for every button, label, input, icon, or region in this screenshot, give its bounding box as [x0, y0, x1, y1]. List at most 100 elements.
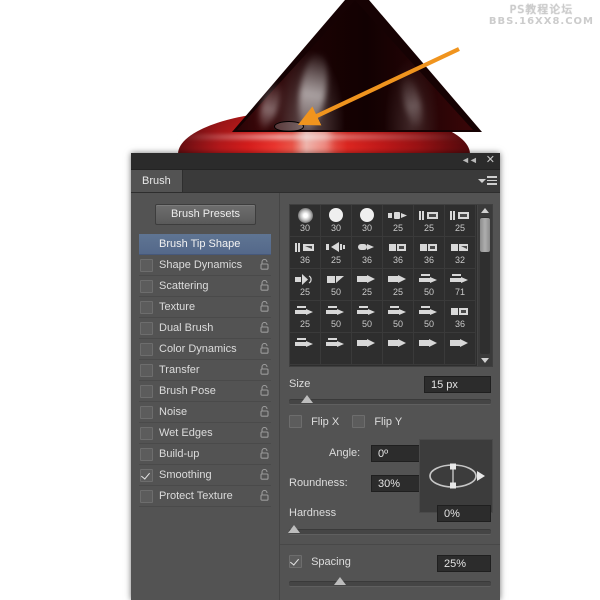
- brush-option-noise[interactable]: Noise: [139, 402, 271, 423]
- brush-tip-cell[interactable]: 25: [321, 237, 352, 269]
- lock-icon[interactable]: [260, 343, 269, 354]
- brush-option-scattering[interactable]: Scattering: [139, 276, 271, 297]
- brush-tip-cell[interactable]: 36: [352, 237, 383, 269]
- lock-icon[interactable]: [260, 364, 269, 375]
- option-checkbox[interactable]: [140, 426, 153, 440]
- panel-menu-icon[interactable]: [478, 174, 497, 187]
- scroll-down-arrow[interactable]: [478, 355, 492, 366]
- brush-tip-cell[interactable]: 30: [290, 205, 321, 237]
- size-row: Size 15 px: [289, 376, 491, 394]
- option-checkbox[interactable]: [140, 321, 153, 335]
- brush-tip-cell[interactable]: [383, 333, 414, 365]
- brush-tip-size: 36: [299, 255, 310, 265]
- option-checkbox[interactable]: [140, 489, 153, 503]
- option-checkbox[interactable]: [140, 258, 153, 272]
- spacing-label: Spacing: [311, 555, 351, 568]
- brush-tip-cell[interactable]: [414, 333, 445, 365]
- option-checkbox[interactable]: [140, 279, 153, 293]
- lock-icon[interactable]: [260, 322, 269, 333]
- lock-icon[interactable]: [260, 406, 269, 417]
- brush-option-wet-edges[interactable]: Wet Edges: [139, 423, 271, 444]
- brush-option-dual-brush[interactable]: Dual Brush: [139, 318, 271, 339]
- brush-option-transfer[interactable]: Transfer: [139, 360, 271, 381]
- option-checkbox[interactable]: [140, 363, 153, 377]
- brush-option-brush-pose[interactable]: Brush Pose: [139, 381, 271, 402]
- close-icon[interactable]: ✕: [486, 154, 495, 166]
- option-checkbox[interactable]: [140, 405, 153, 419]
- brush-tip-cell[interactable]: 25: [383, 205, 414, 237]
- brush-presets-button[interactable]: Brush Presets: [155, 204, 256, 225]
- brush-tip-cell[interactable]: 25: [383, 269, 414, 301]
- collapse-icon[interactable]: ◄◄: [461, 154, 478, 166]
- brush-tip-size: 36: [392, 255, 403, 265]
- brush-tip-cell[interactable]: 50: [383, 301, 414, 333]
- brush-option-texture[interactable]: Texture: [139, 297, 271, 318]
- option-checkbox[interactable]: [140, 342, 153, 356]
- option-checkbox[interactable]: [140, 468, 153, 482]
- brush-tip-cell[interactable]: 36: [290, 237, 321, 269]
- brush-option-smoothing[interactable]: Smoothing: [139, 465, 271, 486]
- lock-icon[interactable]: [260, 427, 269, 438]
- brush-tip-cell[interactable]: [352, 333, 383, 365]
- brush-tip-cell[interactable]: 25: [290, 269, 321, 301]
- brush-tip-icon: [418, 207, 440, 223]
- brush-tip-cell[interactable]: 36: [383, 237, 414, 269]
- roundness-input[interactable]: 30%: [371, 475, 421, 492]
- brush-tip-cell[interactable]: [445, 333, 476, 365]
- brush-tip-cell[interactable]: 25: [445, 205, 476, 237]
- brush-tip-cell[interactable]: 30: [321, 205, 352, 237]
- brush-option-shape-dynamics[interactable]: Shape Dynamics: [139, 255, 271, 276]
- spacing-slider[interactable]: [289, 577, 491, 587]
- hardness-slider[interactable]: [288, 525, 491, 535]
- size-input[interactable]: 15 px: [424, 376, 491, 393]
- option-checkbox[interactable]: [140, 300, 153, 314]
- brush-tip-icon: [449, 303, 471, 319]
- brush-tip-size: 36: [454, 319, 465, 329]
- brush-tip-cell[interactable]: 71: [445, 269, 476, 301]
- tab-brush[interactable]: Brush: [131, 170, 183, 192]
- brush-tip-cell[interactable]: 25: [414, 205, 445, 237]
- brush-tip-cell[interactable]: 25: [290, 301, 321, 333]
- option-checkbox[interactable]: [140, 447, 153, 461]
- size-slider[interactable]: [289, 395, 491, 405]
- spacing-checkbox[interactable]: [289, 555, 302, 568]
- brush-tip-cell[interactable]: 50: [414, 301, 445, 333]
- spacing-slider-thumb[interactable]: [334, 577, 346, 585]
- brush-tip-cell[interactable]: 50: [321, 269, 352, 301]
- brush-tip-cell[interactable]: 25: [352, 269, 383, 301]
- lock-icon[interactable]: [260, 469, 269, 480]
- angle-input[interactable]: 0º: [371, 445, 421, 462]
- flip-y-checkbox[interactable]: [352, 415, 366, 428]
- brush-option-brush-tip-shape[interactable]: Brush Tip Shape: [139, 234, 271, 255]
- option-checkbox[interactable]: [140, 384, 153, 398]
- brush-tip-cell[interactable]: [290, 333, 321, 365]
- brush-tip-cell[interactable]: 32: [445, 237, 476, 269]
- hardness-input[interactable]: 0%: [437, 505, 491, 522]
- lock-icon[interactable]: [260, 301, 269, 312]
- brush-tip-cell[interactable]: 50: [414, 269, 445, 301]
- lock-icon[interactable]: [260, 280, 269, 291]
- brush-tip-cell[interactable]: 50: [352, 301, 383, 333]
- watermark: PS教程论坛 BBS.16XX8.COM: [489, 4, 594, 28]
- angle-roundness-preview[interactable]: [419, 439, 493, 513]
- brush-tip-grid[interactable]: 30 30 30 25 25 25 36 25 36 36 36 32 25 50 25 25 50 71 25 50…: [289, 204, 493, 367]
- scrollbar-thumb[interactable]: [480, 218, 490, 252]
- brush-option-color-dynamics[interactable]: Color Dynamics: [139, 339, 271, 360]
- brush-tip-cell[interactable]: 50: [321, 301, 352, 333]
- spacing-input[interactable]: 25%: [437, 555, 491, 572]
- hardness-slider-thumb[interactable]: [288, 525, 300, 533]
- flip-x-checkbox[interactable]: [289, 415, 302, 428]
- brush-option-protect-texture[interactable]: Protect Texture: [139, 486, 271, 507]
- brush-option-build-up[interactable]: Build-up: [139, 444, 271, 465]
- lock-icon[interactable]: [260, 259, 269, 270]
- brush-tip-cell[interactable]: 30: [352, 205, 383, 237]
- lock-icon[interactable]: [260, 448, 269, 459]
- brush-grid-scrollbar[interactable]: [477, 205, 492, 366]
- brush-tip-cell[interactable]: 36: [445, 301, 476, 333]
- lock-icon[interactable]: [260, 490, 269, 501]
- brush-tip-cell[interactable]: [321, 333, 352, 365]
- scroll-up-arrow[interactable]: [478, 205, 492, 216]
- lock-icon[interactable]: [260, 385, 269, 396]
- size-slider-thumb[interactable]: [301, 395, 313, 403]
- brush-tip-cell[interactable]: 36: [414, 237, 445, 269]
